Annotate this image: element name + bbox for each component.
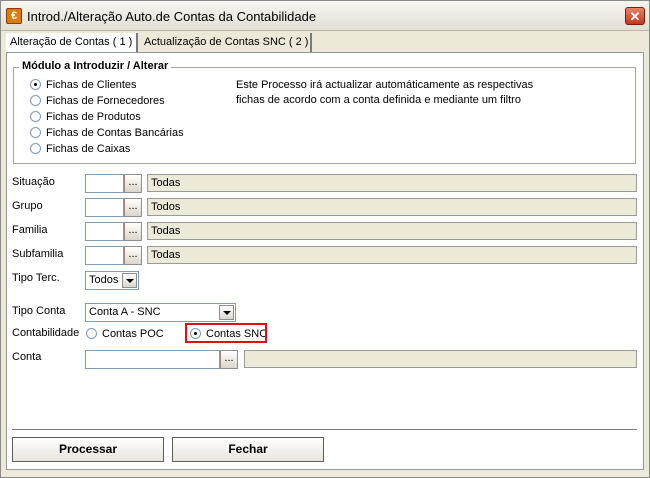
- conta-browse-button[interactable]: ...: [220, 350, 238, 369]
- situacao-label: Situação: [12, 176, 55, 188]
- radio-fichas-fornecedores[interactable]: Fichas de Fornecedores: [30, 94, 165, 108]
- grupo-label: Grupo: [12, 200, 43, 212]
- familia-label: Familia: [12, 224, 48, 236]
- radio-fichas-caixas[interactable]: Fichas de Caixas: [30, 142, 130, 156]
- familia-browse-button[interactable]: ...: [124, 222, 142, 241]
- situacao-browse-button[interactable]: ...: [124, 174, 142, 193]
- chevron-down-icon: [122, 273, 137, 288]
- snc-highlight-box: [185, 323, 267, 343]
- tipo-terc-label: Tipo Terc.: [12, 272, 60, 284]
- window-title: Introd./Alteração Auto.de Contas da Cont…: [27, 9, 317, 24]
- conta-description: [244, 350, 637, 368]
- radio-fichas-contas-bancarias[interactable]: Fichas de Contas Bancárias: [30, 126, 184, 140]
- subfamilia-code-input[interactable]: [85, 246, 124, 265]
- bottom-separator: [12, 429, 637, 431]
- radio-unselected-icon: [30, 95, 41, 106]
- radio-unselected-icon: [86, 328, 97, 339]
- radio-unselected-icon: [30, 143, 41, 154]
- tipo-terc-value: Todos: [89, 274, 119, 286]
- close-window-button[interactable]: ✕: [625, 7, 645, 25]
- main-window: € Introd./Alteração Auto.de Contas da Co…: [0, 0, 650, 478]
- radio-contas-poc[interactable]: Contas POC: [86, 327, 164, 341]
- subfamilia-description: Todas: [147, 246, 637, 264]
- radio-unselected-icon: [30, 127, 41, 138]
- grupo-description: Todos: [147, 198, 637, 216]
- radio-label: Fichas de Fornecedores: [46, 95, 165, 107]
- tipo-terc-dropdown[interactable]: Todos: [85, 271, 139, 290]
- radio-label: Fichas de Produtos: [46, 111, 141, 123]
- tab-alteracao-contas[interactable]: Alteração de Contas ( 1 ): [6, 33, 138, 52]
- subfamilia-browse-button[interactable]: ...: [124, 246, 142, 265]
- conta-label: Conta: [12, 351, 42, 363]
- tipo-conta-dropdown[interactable]: Conta A - SNC: [85, 303, 236, 322]
- app-euro-icon: €: [6, 8, 22, 24]
- tipo-conta-label: Tipo Conta: [12, 305, 66, 317]
- process-note-line2: fichas de acordo com a conta definida e …: [236, 94, 521, 106]
- radio-selected-icon: [30, 79, 41, 90]
- process-note-line1: Este Processo irá actualizar automáticam…: [236, 79, 534, 91]
- familia-code-input[interactable]: [85, 222, 124, 241]
- radio-label: Fichas de Clientes: [46, 79, 137, 91]
- tab-actualizacao-snc[interactable]: Actualização de Contas SNC ( 2 ): [140, 33, 312, 52]
- radio-fichas-produtos[interactable]: Fichas de Produtos: [30, 110, 141, 124]
- tipo-conta-value: Conta A - SNC: [89, 306, 161, 318]
- radio-label: Contas POC: [102, 328, 164, 340]
- conta-input[interactable]: [85, 350, 220, 369]
- radio-fichas-clientes[interactable]: Fichas de Clientes: [30, 78, 137, 92]
- module-group-title: Módulo a Introduzir / Alterar: [19, 60, 172, 72]
- familia-description: Todas: [147, 222, 637, 240]
- grupo-browse-button[interactable]: ...: [124, 198, 142, 217]
- radio-label: Fichas de Contas Bancárias: [46, 127, 184, 139]
- grupo-code-input[interactable]: [85, 198, 124, 217]
- fechar-button[interactable]: Fechar: [172, 437, 324, 462]
- chevron-down-icon: [219, 305, 234, 320]
- situacao-code-input[interactable]: [85, 174, 124, 193]
- situacao-description: Todas: [147, 174, 637, 192]
- title-bar: € Introd./Alteração Auto.de Contas da Co…: [1, 1, 649, 31]
- contabilidade-label: Contabilidade: [12, 327, 80, 339]
- processar-button[interactable]: Processar: [12, 437, 164, 462]
- subfamilia-label: Subfamilia: [12, 248, 64, 260]
- radio-label: Fichas de Caixas: [46, 143, 131, 155]
- radio-unselected-icon: [30, 111, 41, 122]
